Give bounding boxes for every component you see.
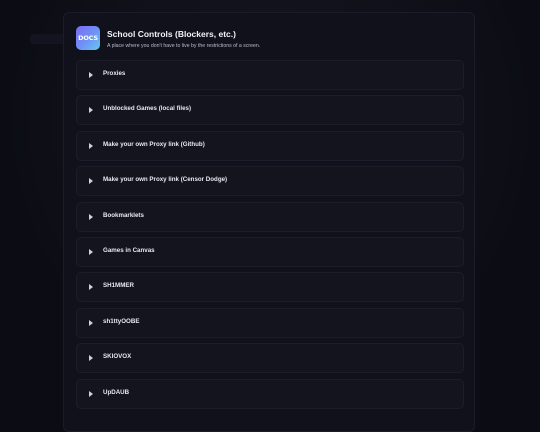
- expand-arrow-icon: [89, 107, 93, 113]
- list-item-sh1ttyoobe[interactable]: sh1ttyOOBE: [76, 308, 464, 338]
- background-element: [30, 34, 66, 44]
- page-subtitle: A place where you don't have to live by …: [107, 43, 260, 49]
- list-item-skiovox[interactable]: SKIOVOX: [76, 343, 464, 373]
- expand-arrow-icon: [89, 249, 93, 255]
- list-item-bookmarklets[interactable]: Bookmarklets: [76, 202, 464, 232]
- list-item-proxies[interactable]: Proxies: [76, 60, 464, 90]
- expand-arrow-icon: [89, 72, 93, 78]
- expand-arrow-icon: [89, 214, 93, 220]
- expand-arrow-icon: [89, 284, 93, 290]
- docs-panel: DOCS School Controls (Blockers, etc.) A …: [63, 12, 475, 432]
- list-item-label: SKIOVOX: [103, 353, 131, 360]
- list-item-sh1mmer[interactable]: SH1MMER: [76, 272, 464, 302]
- list-item-label: sh1ttyOOBE: [103, 318, 139, 325]
- collapsible-list: Proxies Unblocked Games (local files) Ma…: [76, 60, 464, 414]
- list-item-unblocked-games[interactable]: Unblocked Games (local files): [76, 95, 464, 125]
- expand-arrow-icon: [89, 143, 93, 149]
- list-item-label: UpDAUB: [103, 389, 129, 396]
- list-item-label: Unblocked Games (local files): [103, 105, 191, 112]
- expand-arrow-icon: [89, 178, 93, 184]
- list-item-label: Games in Canvas: [103, 247, 155, 254]
- list-item-games-in-canvas[interactable]: Games in Canvas: [76, 237, 464, 267]
- list-item-label: Proxies: [103, 70, 125, 77]
- list-item-label: Bookmarklets: [103, 212, 144, 219]
- docs-logo-text: DOCS: [78, 34, 98, 42]
- page-title: School Controls (Blockers, etc.): [107, 29, 236, 39]
- list-item-label: Make your own Proxy link (Censor Dodge): [103, 176, 227, 183]
- expand-arrow-icon: [89, 320, 93, 326]
- expand-arrow-icon: [89, 391, 93, 397]
- expand-arrow-icon: [89, 355, 93, 361]
- list-item-label: Make your own Proxy link (Github): [103, 141, 205, 148]
- list-item-updaub[interactable]: UpDAUB: [76, 379, 464, 409]
- list-item-label: SH1MMER: [103, 282, 134, 289]
- list-item-proxy-censor-dodge[interactable]: Make your own Proxy link (Censor Dodge): [76, 166, 464, 196]
- list-item-proxy-github[interactable]: Make your own Proxy link (Github): [76, 131, 464, 161]
- panel-header: DOCS School Controls (Blockers, etc.) A …: [76, 26, 462, 52]
- docs-logo: DOCS: [76, 26, 100, 50]
